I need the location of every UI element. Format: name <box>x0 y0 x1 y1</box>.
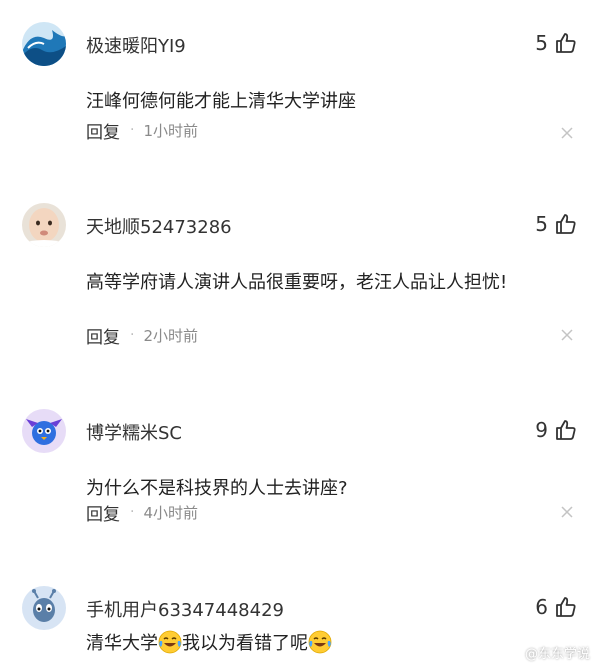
close-icon[interactable] <box>560 126 574 140</box>
close-icon[interactable] <box>560 328 574 342</box>
reply-button[interactable]: 回复 <box>86 323 120 348</box>
timestamp: 1小时前 <box>143 121 198 140</box>
timestamp: 2小时前 <box>143 326 198 345</box>
username[interactable]: 天地顺52473286 <box>86 213 232 239</box>
avatar[interactable] <box>22 586 66 630</box>
reply-button[interactable]: 回复 <box>86 118 120 143</box>
username[interactable]: 极速暖阳YI9 <box>86 32 186 58</box>
comment-text: 清华大学 我以为看错了呢 <box>86 626 570 662</box>
separator: · <box>130 327 135 343</box>
timestamp: 4小时前 <box>143 503 198 522</box>
laughing-crying-emoji-icon <box>308 630 332 654</box>
separator: · <box>130 122 135 138</box>
like-count: 9 <box>535 418 548 442</box>
like-button[interactable]: 5 <box>535 30 578 56</box>
separator: · <box>130 504 135 520</box>
like-button[interactable]: 6 <box>535 594 578 620</box>
thumbs-up-icon <box>556 214 576 234</box>
username[interactable]: 手机用户63347448429 <box>86 596 284 622</box>
comment-text-part: 我以为看错了呢 <box>182 633 308 654</box>
comment-text: 汪峰何德何能才能上清华大学讲座 <box>86 91 356 112</box>
like-button[interactable]: 9 <box>535 417 578 443</box>
thumbs-up-icon <box>556 597 576 617</box>
close-icon[interactable] <box>560 505 574 519</box>
avatar[interactable] <box>22 22 66 66</box>
username[interactable]: 博学糯米SC <box>86 419 182 445</box>
watermark: @东东学说 <box>525 643 590 662</box>
watermark-text: @东东学说 <box>524 647 590 662</box>
comment-meta: 回复 · 1小时前 <box>86 118 198 143</box>
comment-text: 高等学府请人演讲人品很重要呀，老汪人品让人担忧! <box>86 272 508 293</box>
laughing-crying-emoji-icon <box>158 630 182 654</box>
avatar[interactable] <box>22 203 66 247</box>
comment-meta: 回复 · 2小时前 <box>86 323 198 348</box>
avatar[interactable] <box>22 409 66 453</box>
like-button[interactable]: 5 <box>535 211 578 237</box>
thumbs-up-icon <box>556 420 576 440</box>
thumbs-up-icon <box>556 33 576 53</box>
like-count: 6 <box>535 595 548 619</box>
comment-text-part: 清华大学 <box>86 633 158 654</box>
like-count: 5 <box>535 31 548 55</box>
reply-button[interactable]: 回复 <box>86 500 120 525</box>
comment-meta: 回复 · 4小时前 <box>86 500 198 525</box>
like-count: 5 <box>535 212 548 236</box>
